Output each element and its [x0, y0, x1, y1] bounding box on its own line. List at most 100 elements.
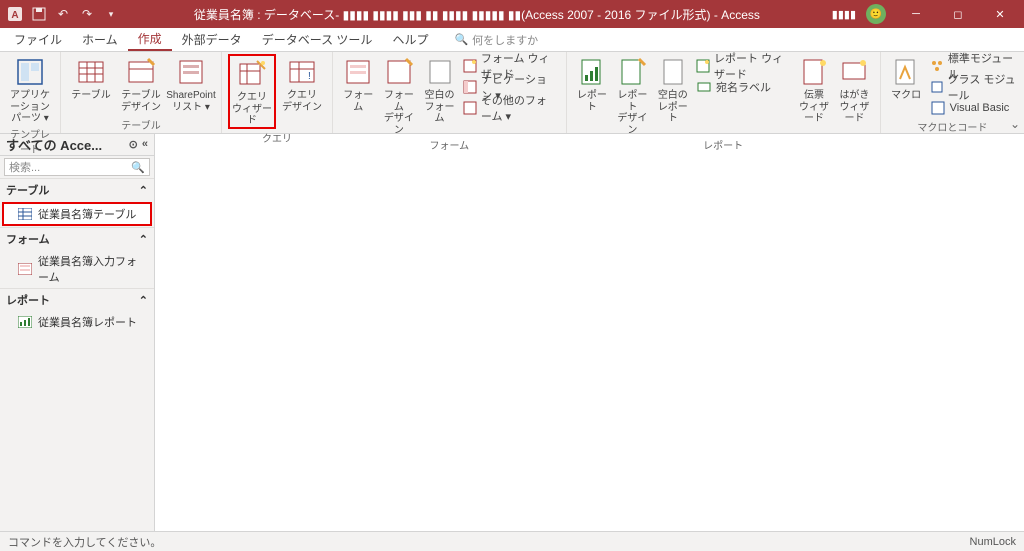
table-button[interactable]: テーブル	[67, 54, 115, 102]
tab-create[interactable]: 作成	[128, 28, 172, 51]
form-design-button[interactable]: フォーム デザイン	[380, 54, 419, 136]
undo-icon[interactable]: ↶	[52, 3, 74, 25]
nav-search-input[interactable]: 検索... 🔍	[4, 158, 150, 176]
app-parts-button[interactable]: アプリケーション パーツ ▾	[6, 54, 54, 125]
numlock-indicator: NumLock	[970, 536, 1016, 548]
group-queries-label: クエリ	[228, 129, 326, 145]
report-design-button[interactable]: レポート デザイン	[613, 54, 651, 136]
nav-dropdown-icon[interactable]: ⊙	[129, 138, 138, 151]
status-message: コマンドを入力してください。	[8, 534, 161, 550]
group-reports: レポート レポート デザイン 空白の レポート レポート ウィザード 宛名ラベル…	[567, 52, 881, 133]
postcard-wizard-button[interactable]: はがき ウィザード	[835, 54, 873, 125]
query-wizard-icon	[236, 58, 268, 90]
nav-item-table[interactable]: 従業員名簿テーブル	[2, 202, 152, 226]
table-object-icon	[18, 207, 32, 221]
sharepoint-icon	[175, 56, 207, 88]
macro-icon	[890, 56, 922, 88]
report-wizard-icon	[696, 58, 710, 74]
search-icon: 🔍	[454, 33, 468, 46]
status-bar: コマンドを入力してください。 NumLock	[0, 531, 1024, 551]
form-design-icon	[383, 56, 415, 88]
form-button[interactable]: フォーム	[339, 54, 378, 113]
group-forms-label: フォーム	[339, 136, 560, 152]
search-icon: 🔍	[131, 161, 145, 174]
account-name[interactable]: ▮▮▮▮	[832, 8, 856, 21]
other-forms-icon	[463, 100, 477, 116]
visual-basic-button[interactable]: Visual Basic	[928, 98, 1018, 118]
svg-text:!: !	[308, 71, 311, 82]
chevron-up-icon: ⌃	[139, 184, 148, 197]
minimize-button[interactable]: ─	[896, 0, 936, 28]
class-module-button[interactable]: クラス モジュール	[928, 77, 1018, 97]
save-icon[interactable]	[28, 3, 50, 25]
nav-collapse-icon[interactable]: «	[142, 138, 148, 151]
labels-icon	[696, 79, 712, 95]
invoice-wizard-icon	[798, 56, 830, 88]
tab-file[interactable]: ファイル	[4, 28, 72, 51]
quick-access-toolbar: A ↶ ↷ ▾	[4, 3, 122, 25]
report-icon	[576, 56, 608, 88]
group-macros: マクロ 標準モジュール クラス モジュール Visual Basic マクロとコ…	[881, 52, 1024, 133]
maximize-button[interactable]: ◻	[938, 0, 978, 28]
chevron-up-icon: ⌃	[139, 233, 148, 246]
workspace	[155, 134, 1024, 531]
app-parts-icon	[14, 56, 46, 88]
tab-dbtools[interactable]: データベース ツール	[252, 28, 383, 51]
access-app-icon[interactable]: A	[4, 3, 26, 25]
redo-icon[interactable]: ↷	[76, 3, 98, 25]
blank-report-button[interactable]: 空白の レポート	[654, 54, 692, 125]
table-design-button[interactable]: テーブル デザイン	[117, 54, 165, 113]
module-icon	[930, 58, 944, 74]
report-object-icon	[18, 315, 32, 329]
form-wizard-icon	[463, 58, 477, 74]
nav-item-form[interactable]: 従業員名簿入力フォーム	[4, 251, 150, 287]
vb-icon	[930, 100, 946, 116]
nav-item-report[interactable]: 従業員名簿レポート	[4, 312, 150, 332]
class-module-icon	[930, 79, 944, 95]
chevron-up-icon: ⌃	[139, 294, 148, 307]
group-queries: クエリ ウィザード ! クエリ デザイン クエリ	[222, 52, 333, 133]
nav-section-reports[interactable]: レポート⌃	[0, 288, 154, 311]
table-icon	[75, 56, 107, 88]
titlebar: A ↶ ↷ ▾ 従業員名簿 : データベース- ▮▮▮▮ ▮▮▮▮ ▮▮▮ ▮▮…	[0, 0, 1024, 28]
form-object-icon	[18, 262, 32, 276]
qat-customize-icon[interactable]: ▾	[100, 3, 122, 25]
labels-button[interactable]: 宛名ラベル	[694, 77, 793, 97]
report-wizard-button[interactable]: レポート ウィザード	[694, 56, 793, 76]
query-design-icon: !	[286, 56, 318, 88]
query-wizard-button[interactable]: クエリ ウィザード	[228, 54, 276, 129]
group-templates-label: テンプレート	[6, 125, 54, 156]
group-tables: テーブル テーブル デザイン SharePoint リスト ▾ テーブル	[61, 52, 222, 133]
tab-home[interactable]: ホーム	[72, 28, 128, 51]
blank-form-button[interactable]: 空白の フォーム	[420, 54, 459, 125]
titlebar-right: ▮▮▮▮ 🙂 ─ ◻ ✕	[832, 0, 1020, 28]
group-forms: フォーム フォーム デザイン 空白の フォーム フォーム ウィザード ナビゲーシ…	[333, 52, 567, 133]
close-button[interactable]: ✕	[980, 0, 1020, 28]
navigation-pane: すべての Acce... ⊙« 検索... 🔍 テーブル⌃ 従業員名簿テーブル …	[0, 134, 155, 531]
invoice-wizard-button[interactable]: 伝票 ウィザード	[795, 54, 833, 125]
blank-form-icon	[424, 56, 456, 88]
nav-section-tables[interactable]: テーブル⌃	[0, 178, 154, 201]
postcard-wizard-icon	[838, 56, 870, 88]
report-button[interactable]: レポート	[573, 54, 611, 113]
tab-help[interactable]: ヘルプ	[382, 28, 438, 51]
window-title: 従業員名簿 : データベース- ▮▮▮▮ ▮▮▮▮ ▮▮▮ ▮▮ ▮▮▮▮ ▮▮…	[122, 6, 832, 23]
nav-section-forms[interactable]: フォーム⌃	[0, 227, 154, 250]
tab-external[interactable]: 外部データ	[172, 28, 252, 51]
tell-me-search[interactable]: 🔍 何をしますか	[454, 28, 538, 51]
avatar[interactable]: 🙂	[866, 4, 886, 24]
collapse-ribbon-icon[interactable]: ⌄	[1010, 117, 1020, 131]
form-icon	[342, 56, 374, 88]
other-forms-button[interactable]: その他のフォーム ▾	[461, 98, 560, 118]
svg-text:A: A	[11, 10, 18, 21]
sharepoint-lists-button[interactable]: SharePoint リスト ▾	[167, 54, 215, 113]
group-tables-label: テーブル	[67, 116, 215, 132]
query-design-button[interactable]: ! クエリ デザイン	[278, 54, 326, 113]
table-design-icon	[125, 56, 157, 88]
blank-report-icon	[657, 56, 689, 88]
group-reports-label: レポート	[573, 136, 874, 152]
group-macros-label: マクロとコード	[887, 118, 1018, 134]
macro-button[interactable]: マクロ	[887, 54, 926, 102]
report-design-icon	[616, 56, 648, 88]
ribbon-tabs: ファイル ホーム 作成 外部データ データベース ツール ヘルプ 🔍 何をします…	[0, 28, 1024, 52]
